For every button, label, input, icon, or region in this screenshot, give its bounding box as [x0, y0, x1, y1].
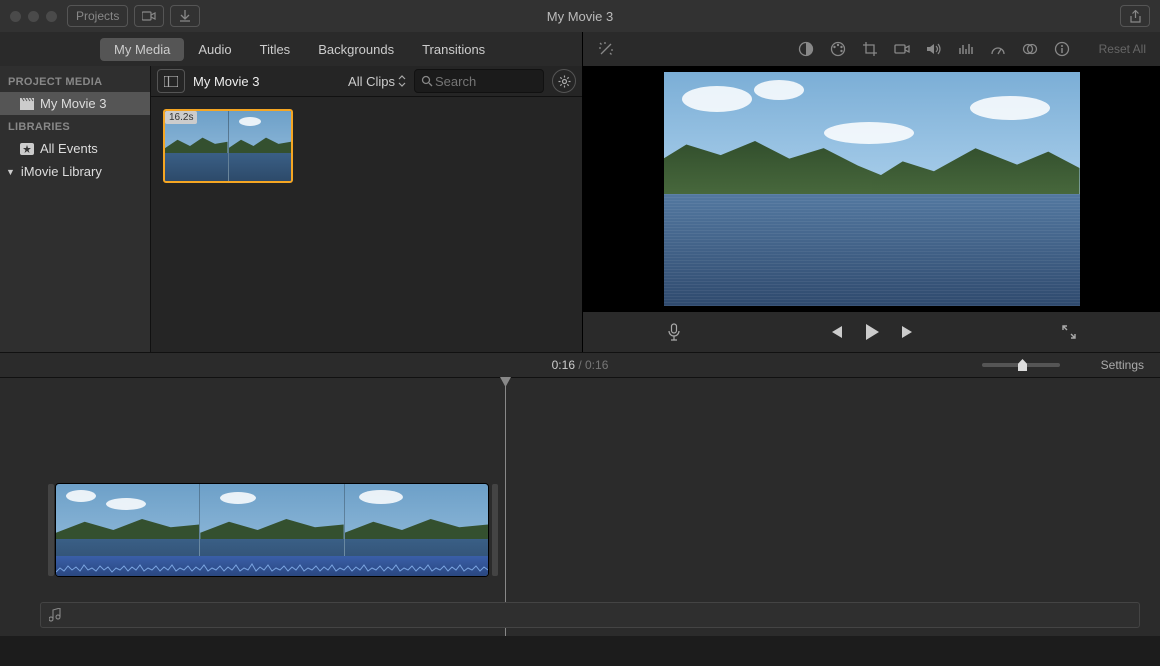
previous-button[interactable] [828, 325, 844, 339]
fullscreen-button[interactable] [1062, 325, 1076, 339]
browser-sidebar: PROJECT MEDIA My Movie 3 LIBRARIES All E… [0, 66, 151, 352]
crop-icon [862, 41, 878, 57]
timeline[interactable] [0, 377, 1160, 636]
sidebar-item-all-events[interactable]: All Events [0, 137, 150, 160]
microphone-icon [667, 323, 681, 341]
contrast-icon [798, 41, 814, 57]
reset-all-button[interactable]: Reset All [1099, 42, 1146, 56]
timeline-header: 0:16 / 0:16 Settings [0, 352, 1160, 377]
sidebar-item-imovie-library[interactable]: ▼ iMovie Library [0, 160, 150, 183]
titlebar: Projects My Movie 3 [0, 0, 1160, 32]
music-note-icon [49, 608, 61, 622]
info-icon [1054, 41, 1070, 57]
transport-controls [583, 312, 1160, 352]
media-browser: My Media Audio Titles Backgrounds Transi… [0, 32, 583, 352]
play-button[interactable] [864, 323, 880, 341]
clip-handle-right[interactable] [492, 484, 498, 576]
tab-backgrounds[interactable]: Backgrounds [304, 38, 408, 61]
speaker-icon [926, 42, 942, 56]
search-icon [421, 75, 433, 87]
stabilization-button[interactable] [893, 40, 911, 58]
timeline-settings-button[interactable]: Settings [1101, 358, 1144, 372]
audio-waveform [56, 556, 488, 576]
play-icon [864, 323, 880, 341]
crop-button[interactable] [861, 40, 879, 58]
color-balance-button[interactable] [797, 40, 815, 58]
viewer-panel: Reset All [583, 32, 1160, 352]
gear-icon [558, 75, 571, 88]
sidebar-item-project[interactable]: My Movie 3 [0, 92, 150, 115]
window-controls [10, 11, 57, 22]
content-title: My Movie 3 [193, 74, 259, 89]
overlap-circles-icon [1022, 42, 1038, 56]
tab-transitions[interactable]: Transitions [408, 38, 499, 61]
clips-area[interactable]: 16.2s [151, 97, 582, 352]
playhead[interactable] [505, 378, 506, 636]
clip-thumbnail[interactable]: 16.2s [163, 109, 293, 183]
palette-icon [830, 41, 846, 57]
import-media-button[interactable] [134, 5, 164, 27]
clips-filter-dropdown[interactable]: All Clips [348, 74, 406, 89]
search-input[interactable] [433, 73, 517, 90]
clip-duration-badge: 16.2s [165, 111, 197, 124]
browser-content: My Movie 3 All Clips 16.2s [151, 66, 582, 352]
sidebar-item-label: iMovie Library [21, 164, 102, 179]
skip-back-icon [828, 325, 844, 339]
settings-gear-button[interactable] [552, 69, 576, 93]
next-button[interactable] [900, 325, 916, 339]
preview-viewer[interactable] [583, 66, 1160, 312]
volume-button[interactable] [925, 40, 943, 58]
project-media-header: PROJECT MEDIA [0, 70, 150, 92]
window-title: My Movie 3 [547, 9, 613, 24]
camera-icon [894, 42, 910, 56]
equalizer-icon [958, 42, 974, 56]
disclosure-triangle-icon[interactable]: ▼ [6, 167, 15, 177]
projects-button[interactable]: Projects [67, 5, 128, 27]
sidebar-item-label: My Movie 3 [40, 96, 106, 111]
tab-audio[interactable]: Audio [184, 38, 245, 61]
share-button[interactable] [1120, 5, 1150, 27]
sidebar-item-label: All Events [40, 141, 98, 156]
libraries-header: LIBRARIES [0, 115, 150, 137]
expand-icon [1062, 325, 1076, 339]
noise-reduction-button[interactable] [957, 40, 975, 58]
zoom-window-icon[interactable] [46, 11, 57, 22]
zoom-slider[interactable] [982, 363, 1060, 367]
speed-button[interactable] [989, 40, 1007, 58]
minimize-window-icon[interactable] [28, 11, 39, 22]
audio-track-well[interactable] [40, 602, 1140, 628]
timeline-clip[interactable] [56, 484, 488, 576]
close-window-icon[interactable] [10, 11, 21, 22]
toggle-sidebar-button[interactable] [157, 69, 185, 93]
skip-forward-icon [900, 325, 916, 339]
enhance-button[interactable] [597, 40, 615, 58]
zoom-slider-knob[interactable] [1018, 359, 1027, 371]
wand-icon [597, 40, 615, 58]
tab-titles[interactable]: Titles [246, 38, 305, 61]
preview-frame [664, 72, 1080, 306]
clip-handle-left[interactable] [48, 484, 54, 576]
clip-filter-button[interactable] [1021, 40, 1039, 58]
browser-tabs: My Media Audio Titles Backgrounds Transi… [0, 32, 582, 66]
chevrons-icon [398, 75, 406, 87]
color-correction-button[interactable] [829, 40, 847, 58]
timecode-display: 0:16 / 0:16 [552, 358, 609, 372]
star-icon [20, 143, 34, 155]
info-button[interactable] [1053, 40, 1071, 58]
search-field[interactable] [414, 69, 544, 93]
record-voiceover-button[interactable] [667, 323, 681, 341]
tab-my-media[interactable]: My Media [100, 38, 184, 61]
clapperboard-icon [20, 98, 34, 110]
download-button[interactable] [170, 5, 200, 27]
speedometer-icon [990, 42, 1006, 56]
